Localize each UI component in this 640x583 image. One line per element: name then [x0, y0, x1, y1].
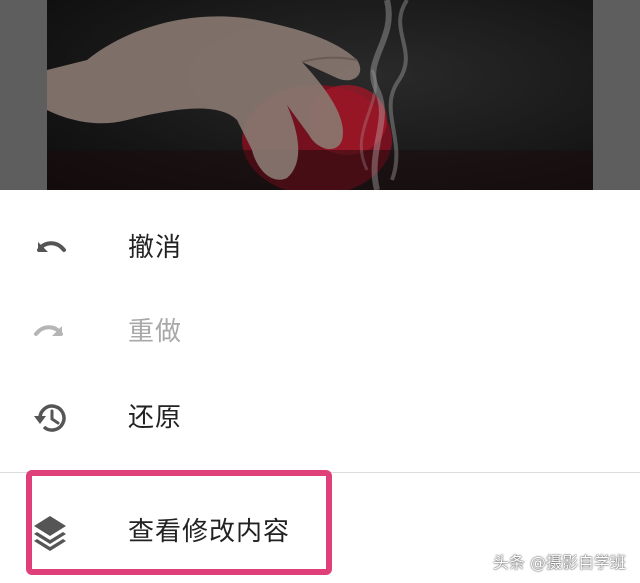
photo-background: [0, 0, 640, 190]
menu-item-label: 还原: [128, 403, 183, 433]
menu-item-label: 重做: [128, 317, 183, 347]
menu-item-redo[interactable]: 重做: [0, 290, 640, 374]
redo-icon: [30, 312, 70, 352]
edit-history-sheet: 撤消 重做 还原 查看修改内容 头条 @摄影自学班: [0, 190, 640, 583]
photo-image: [47, 0, 593, 190]
highlight-annotation-box: [26, 470, 332, 575]
history-restore-icon: [30, 398, 70, 438]
menu-item-label: 撤消: [128, 233, 183, 263]
menu-item-restore[interactable]: 还原: [0, 376, 640, 460]
menu-item-undo[interactable]: 撤消: [0, 206, 640, 290]
watermark-text: 头条 @摄影自学班: [492, 553, 626, 572]
undo-icon: [30, 228, 70, 268]
photo-preview: [47, 0, 593, 190]
